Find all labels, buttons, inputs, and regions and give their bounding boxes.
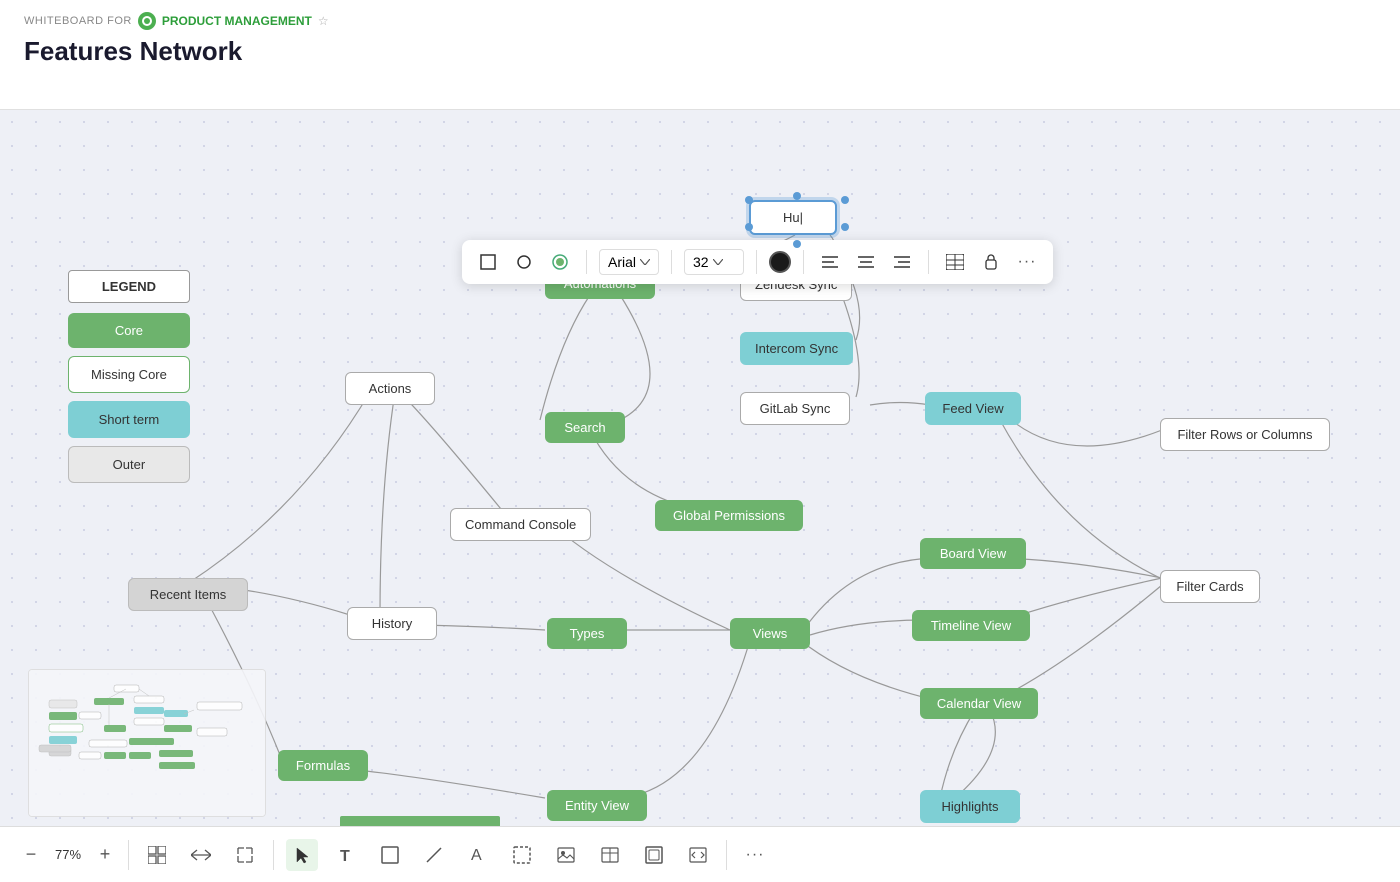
mini-map[interactable]	[28, 669, 266, 817]
formatting-toolbar: Arial 32 ···	[462, 240, 1053, 284]
node-filter-rows[interactable]: Filter Rows or Columns	[1160, 418, 1330, 451]
node-calendar-view[interactable]: Calendar View	[920, 688, 1038, 719]
node-highlights[interactable]: Highlights	[920, 790, 1020, 823]
svg-text:T: T	[340, 848, 350, 864]
legend-missing-core[interactable]: Missing Core	[68, 356, 190, 393]
image-tool[interactable]	[550, 839, 582, 871]
align-right-btn[interactable]	[888, 248, 916, 276]
handle-tr[interactable]	[841, 196, 849, 204]
whiteboard-label: WHITEBOARD FOR	[24, 15, 132, 27]
header-top: WHITEBOARD FOR PRODUCT MANAGEMENT ☆	[24, 12, 1376, 30]
legend-outer[interactable]: Outer	[68, 446, 190, 483]
node-intercom[interactable]: Intercom Sync	[740, 332, 853, 365]
font-name: Arial	[608, 254, 636, 270]
legend: LEGEND Core Missing Core Short term Oute…	[68, 270, 190, 491]
mini-map-inner	[29, 670, 265, 816]
node-formulas[interactable]: Formulas	[278, 750, 368, 781]
expand-tool[interactable]	[229, 839, 261, 871]
separator-5	[928, 250, 929, 274]
node-recent-items[interactable]: Recent Items	[128, 578, 248, 611]
node-hub[interactable]: Hu|	[749, 200, 837, 235]
handle-tl[interactable]	[745, 196, 753, 204]
font-selector[interactable]: Arial	[599, 249, 659, 275]
node-entity-view[interactable]: Entity View	[547, 790, 647, 821]
grid-tool[interactable]	[141, 839, 173, 871]
more-options-btn[interactable]: ···	[1013, 248, 1041, 276]
node-filter-cards[interactable]: Filter Cards	[1160, 570, 1260, 603]
toolbar-separator-3	[726, 840, 727, 870]
rect-tool-btn[interactable]	[474, 248, 502, 276]
node-views[interactable]: Views	[730, 618, 810, 649]
embed-tool[interactable]	[682, 839, 714, 871]
node-timeline-view[interactable]: Timeline View	[912, 610, 1030, 641]
font-size-value: 32	[693, 254, 709, 270]
frame-tool[interactable]	[638, 839, 670, 871]
bottom-bar-indicator	[340, 816, 500, 826]
toolbar-separator	[128, 840, 129, 870]
canvas[interactable]: Arial 32 ···	[0, 110, 1400, 882]
font-size-selector[interactable]: 32	[684, 249, 744, 275]
node-global-permissions[interactable]: Global Permissions	[655, 500, 803, 531]
bottom-toolbar: − 77% + T A ···	[0, 826, 1400, 882]
text-tool[interactable]: T	[330, 839, 362, 871]
node-board-view[interactable]: Board View	[920, 538, 1026, 569]
node-feed-view[interactable]: Feed View	[925, 392, 1021, 425]
node-actions[interactable]: Actions	[345, 372, 435, 405]
star-icon[interactable]: ☆	[318, 14, 329, 28]
legend-core[interactable]: Core	[68, 313, 190, 348]
brand-name[interactable]: PRODUCT MANAGEMENT	[162, 14, 312, 28]
color-picker[interactable]	[769, 251, 791, 273]
brand-logo-icon	[138, 12, 156, 30]
legend-short-term[interactable]: Short term	[68, 401, 190, 438]
arrow-text-tool[interactable]: A	[462, 839, 494, 871]
table-tool[interactable]	[594, 839, 626, 871]
header: WHITEBOARD FOR PRODUCT MANAGEMENT ☆ Feat…	[0, 0, 1400, 110]
node-search[interactable]: Search	[545, 412, 625, 443]
node-history[interactable]: History	[347, 607, 437, 640]
node-types[interactable]: Types	[547, 618, 627, 649]
align-left-btn[interactable]	[816, 248, 844, 276]
pen-tool[interactable]	[418, 839, 450, 871]
cursor-tool[interactable]	[286, 839, 318, 871]
handle-ml[interactable]	[745, 223, 753, 231]
handle-bc[interactable]	[793, 240, 801, 248]
node-command-console[interactable]: Command Console	[450, 508, 591, 541]
separator-2	[671, 250, 672, 274]
zoom-controls: − 77% +	[20, 844, 116, 866]
circle-tool-btn[interactable]	[510, 248, 538, 276]
separator-1	[586, 250, 587, 274]
zoom-out-btn[interactable]: −	[20, 844, 42, 866]
table-format-btn[interactable]	[941, 248, 969, 276]
svg-text:A: A	[471, 847, 482, 864]
align-center-btn[interactable]	[852, 248, 880, 276]
separator-4	[803, 250, 804, 274]
node-gitlab[interactable]: GitLab Sync	[740, 392, 850, 425]
more-tools-btn[interactable]: ···	[739, 839, 771, 871]
handle-mr[interactable]	[841, 223, 849, 231]
page-title: Features Network	[24, 36, 1376, 67]
zoom-in-btn[interactable]: +	[94, 844, 116, 866]
shape-tool-btn[interactable]	[546, 248, 574, 276]
legend-title: LEGEND	[68, 270, 190, 303]
zoom-level: 77%	[50, 847, 86, 862]
handle-tc[interactable]	[793, 192, 801, 200]
fit-tool[interactable]	[185, 839, 217, 871]
lock-btn[interactable]	[977, 248, 1005, 276]
lasso-tool[interactable]	[506, 839, 538, 871]
toolbar-separator-2	[273, 840, 274, 870]
separator-3	[756, 250, 757, 274]
rect-shape-tool[interactable]	[374, 839, 406, 871]
